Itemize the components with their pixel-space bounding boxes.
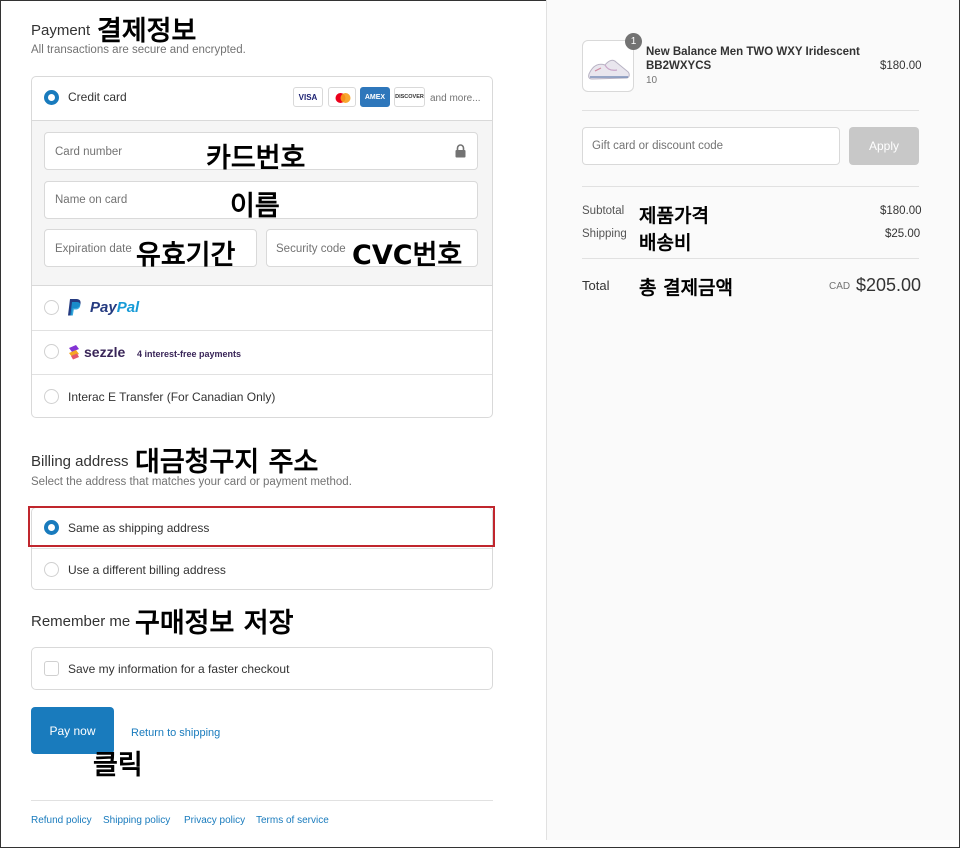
security-code-placeholder: Security code — [276, 243, 346, 255]
shipping-annotation: 배송비 — [639, 232, 692, 254]
paypal-logo-pay: Pay — [90, 299, 117, 316]
click-annotation: 클릭 — [93, 750, 143, 781]
amex-icon: AMEX — [360, 87, 390, 107]
product-name: New Balance Men TWO WXY Iridescent BB2WX… — [646, 46, 860, 72]
footer-divider — [31, 800, 493, 801]
payment-title: Payment — [31, 22, 91, 39]
card-number-annotation: 카드번호 — [206, 143, 306, 174]
visa-icon: VISA — [293, 87, 323, 107]
interac-label: Interac E Transfer (For Canadian Only) — [68, 390, 276, 404]
refund-policy-link[interactable]: Refund policy — [31, 815, 92, 826]
paypal-icon — [67, 298, 83, 323]
subtotal-value: $180.00 — [880, 205, 922, 217]
name-annotation: 이름 — [230, 191, 280, 222]
lock-icon — [455, 144, 466, 163]
same-as-shipping-label: Same as shipping address — [68, 521, 210, 535]
order-summary-panel — [547, 0, 959, 840]
interac-radio[interactable] — [44, 389, 59, 404]
mastercard-icon — [328, 87, 356, 107]
discount-code-placeholder: Gift card or discount code — [592, 140, 724, 152]
total-value: $205.00 — [856, 275, 922, 295]
billing-subtitle: Select the address that matches your car… — [31, 476, 352, 488]
quantity-badge: 1 — [625, 33, 642, 50]
billing-title: Billing address — [31, 453, 129, 470]
sezzle-logo: sezzle — [84, 344, 126, 360]
sezzle-radio[interactable] — [44, 344, 59, 359]
credit-card-label: Credit card — [68, 90, 127, 104]
credit-card-radio[interactable] — [44, 90, 59, 105]
product-price: $180.00 — [880, 60, 922, 72]
expiration-annotation: 유효기간 — [136, 240, 236, 271]
billing-annotation: 대금청구지 주소 — [135, 447, 319, 478]
return-to-shipping-link[interactable]: Return to shipping — [131, 727, 220, 739]
different-billing-radio[interactable] — [44, 562, 59, 577]
divider — [582, 186, 919, 187]
total-label: Total — [582, 278, 610, 293]
product-variant: 10 — [646, 75, 658, 86]
shipping-label: Shipping — [582, 228, 627, 240]
subtotal-annotation: 제품가격 — [639, 205, 709, 227]
paypal-radio[interactable] — [44, 300, 59, 315]
sezzle-icon — [67, 344, 81, 365]
currency-label: CAD — [829, 281, 851, 292]
security-code-annotation: CVC번호 — [352, 240, 463, 271]
save-info-checkbox[interactable] — [44, 661, 59, 676]
discover-icon: DISCOVER — [394, 87, 425, 107]
sneaker-icon — [588, 59, 630, 80]
divider — [32, 330, 492, 331]
payment-subtitle: All transactions are secure and encrypte… — [31, 44, 246, 56]
terms-of-service-link[interactable]: Terms of service — [256, 815, 329, 826]
subtotal-label: Subtotal — [582, 205, 625, 217]
save-info-label: Save my information for a faster checkou… — [68, 662, 290, 676]
remember-annotation: 구매정보 저장 — [135, 608, 294, 639]
expiration-date-placeholder: Expiration date — [55, 243, 132, 255]
card-number-placeholder: Card number — [55, 146, 123, 158]
divider — [32, 374, 492, 375]
and-more-text: and more... — [430, 93, 481, 104]
privacy-policy-link[interactable]: Privacy policy — [184, 815, 245, 826]
paypal-logo: PayPal — [90, 299, 139, 316]
payment-annotation: 결제정보 — [97, 16, 197, 47]
sezzle-text: 4 interest-free payments — [137, 349, 242, 359]
different-billing-label: Use a different billing address — [68, 563, 226, 577]
total-annotation: 총 결제금액 — [639, 277, 734, 299]
divider — [32, 548, 492, 549]
divider — [582, 110, 919, 111]
divider — [582, 258, 919, 259]
shipping-policy-link[interactable]: Shipping policy — [103, 815, 170, 826]
apply-button[interactable]: Apply — [849, 127, 919, 165]
same-as-shipping-radio[interactable] — [44, 520, 59, 535]
remember-title: Remember me — [31, 613, 131, 630]
paypal-logo-pal: Pal — [116, 299, 140, 316]
product-thumbnail — [582, 40, 634, 92]
shipping-value: $25.00 — [885, 228, 921, 240]
name-on-card-placeholder: Name on card — [55, 194, 128, 206]
